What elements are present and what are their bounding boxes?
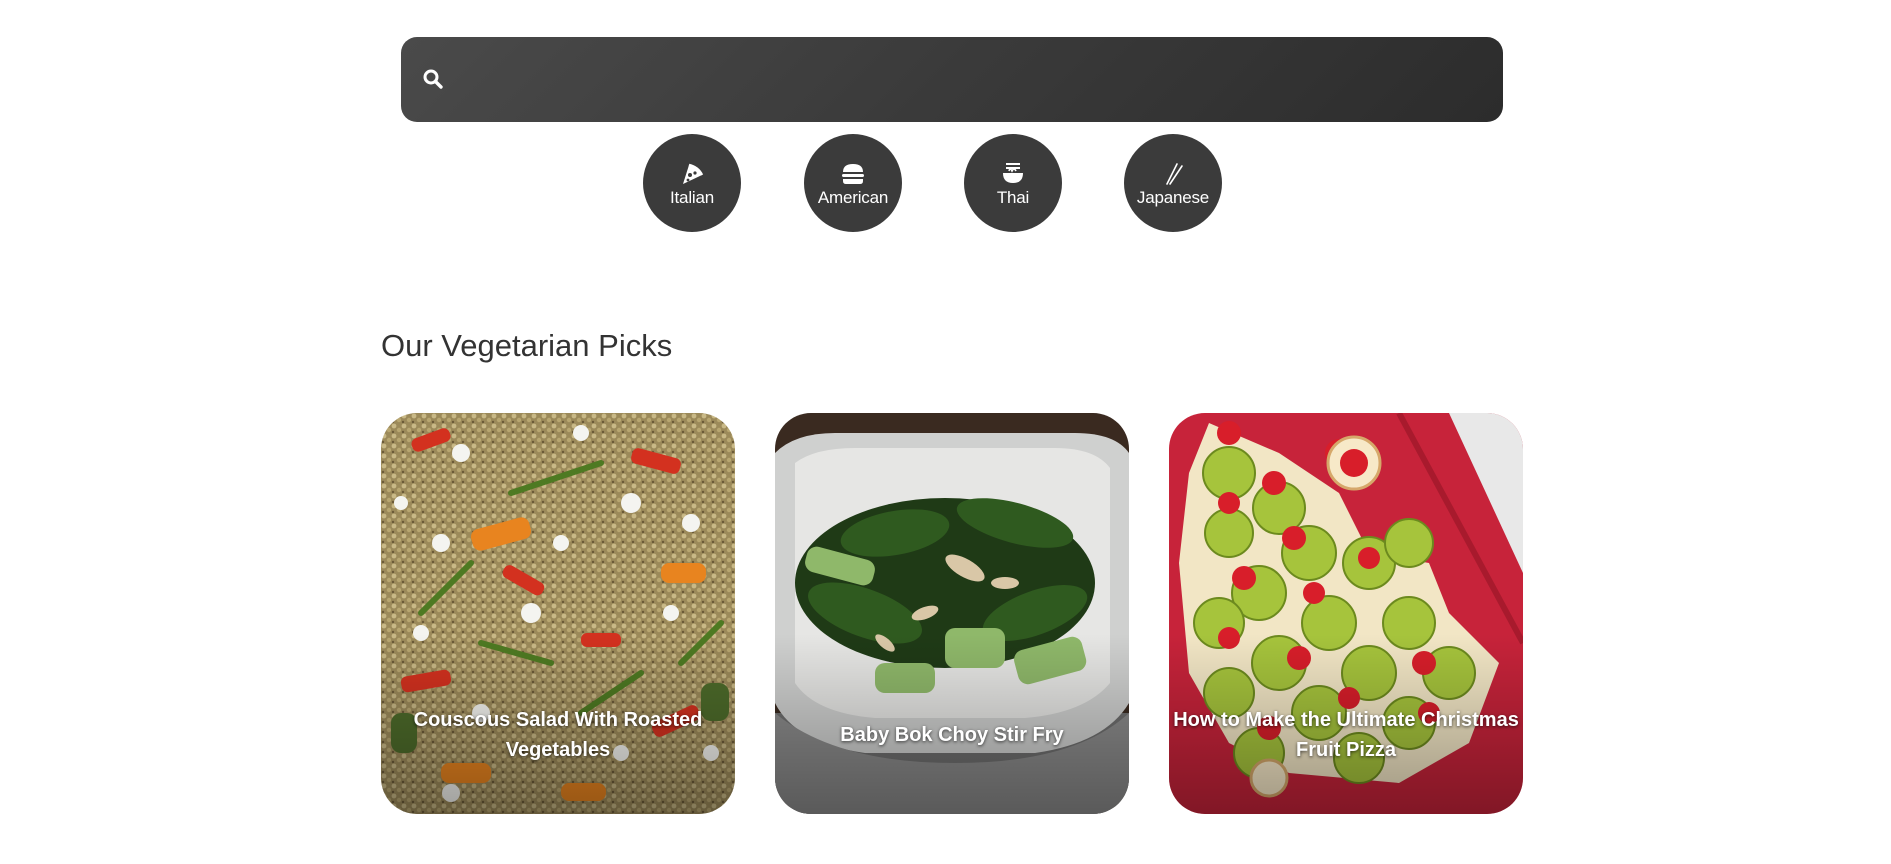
search-input[interactable]: [463, 55, 1483, 105]
recipe-title: Couscous Salad With Roasted Vegetables: [413, 709, 703, 761]
cuisine-label: Japanese: [1136, 188, 1210, 207]
cuisine-label: Italian: [670, 188, 714, 207]
recipe-title: Baby Bok Choy Stir Fry: [840, 724, 1064, 746]
search-icon[interactable]: [421, 67, 445, 91]
recipe-title: How to Make the Ultimate Christmas Fruit…: [1173, 709, 1519, 761]
cuisine-label: Thai: [996, 188, 1030, 207]
recipe-card-couscous-salad[interactable]: Couscous Salad With Roasted Vegetables: [381, 413, 735, 814]
chopsticks-icon: [1166, 163, 1183, 185]
cuisine-label: American: [817, 188, 889, 207]
cuisine-button-thai[interactable]: Thai: [964, 134, 1062, 232]
cuisine-button-american[interactable]: American: [804, 134, 902, 232]
burger-icon: [842, 164, 864, 184]
cuisine-filters: Italian American Thai Japanese: [0, 134, 1891, 232]
search-bar[interactable]: [401, 37, 1503, 122]
section-title: Our Vegetarian Picks: [381, 328, 673, 363]
cuisine-button-japanese[interactable]: Japanese: [1124, 134, 1222, 232]
recipe-card-christmas-fruit-pizza[interactable]: How to Make the Ultimate Christmas Fruit…: [1169, 413, 1523, 814]
noodle-bowl-icon: [1003, 163, 1023, 183]
cuisine-button-italian[interactable]: Italian: [643, 134, 741, 232]
recipe-card-bok-choy[interactable]: Baby Bok Choy Stir Fry: [775, 413, 1129, 814]
pizza-slice-icon: [683, 163, 704, 184]
